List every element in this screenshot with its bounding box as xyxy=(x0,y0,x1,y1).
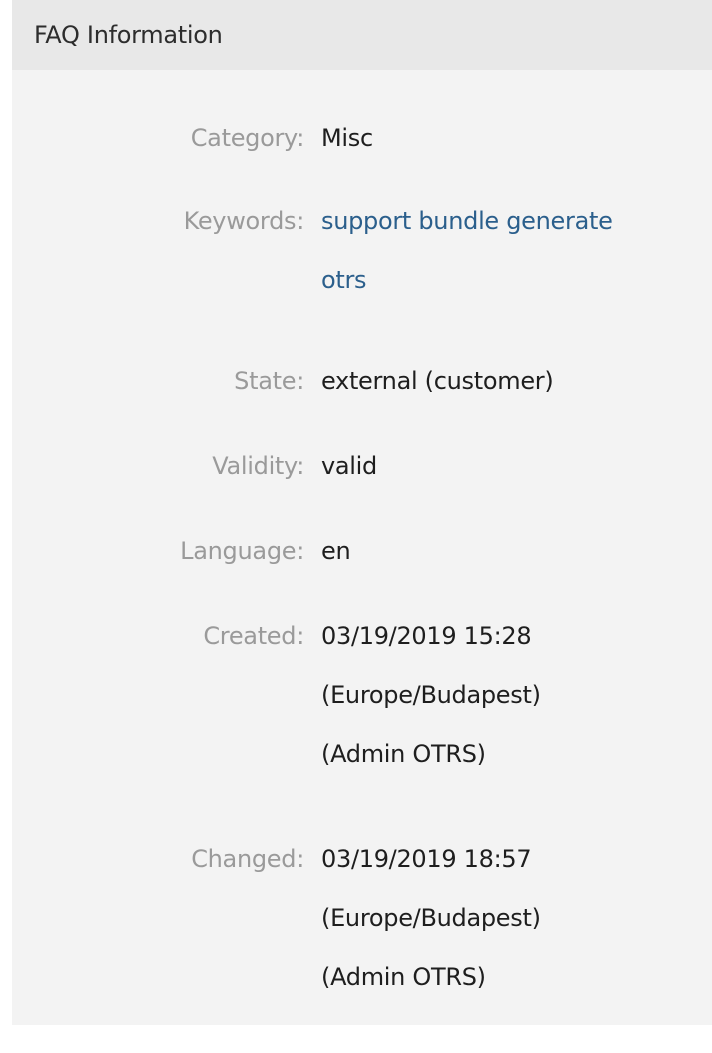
changed-value: 03/19/2019 18:57 (Europe/Budapest) (Admi… xyxy=(321,830,691,1007)
created-value: 03/19/2019 15:28 (Europe/Budapest) (Admi… xyxy=(321,607,691,784)
changed-user: (Admin OTRS) xyxy=(321,963,486,991)
keywords-line-2[interactable]: otrs xyxy=(321,251,691,310)
changed-label: Changed: xyxy=(191,845,304,873)
language-value: en xyxy=(321,522,691,581)
keywords-label: Keywords: xyxy=(183,207,305,235)
validity-label: Validity: xyxy=(212,452,304,480)
widget-header[interactable]: FAQ Information xyxy=(12,0,712,70)
state-value-text: external (customer) xyxy=(321,367,554,395)
state-value: external (customer) xyxy=(321,352,691,411)
validity-value: valid xyxy=(321,437,691,496)
keywords-value[interactable]: support bundle generate otrs xyxy=(321,192,691,310)
created-datetime: 03/19/2019 15:28 xyxy=(321,622,532,650)
changed-timezone: (Europe/Budapest) xyxy=(321,904,541,932)
created-label: Created: xyxy=(203,622,304,650)
created-timezone: (Europe/Budapest) xyxy=(321,681,541,709)
widget-title: FAQ Information xyxy=(34,21,223,49)
state-label: State: xyxy=(234,367,304,395)
validity-value-text: valid xyxy=(321,452,377,480)
category-value-text: Misc xyxy=(321,124,373,152)
created-user: (Admin OTRS) xyxy=(321,740,486,768)
category-value: Misc xyxy=(321,109,691,168)
language-value-text: en xyxy=(321,537,351,565)
keywords-line-1[interactable]: support bundle generate xyxy=(321,192,691,251)
changed-datetime: 03/19/2019 18:57 xyxy=(321,845,532,873)
language-label: Language: xyxy=(180,537,304,565)
category-label: Category: xyxy=(190,124,305,152)
faq-information-widget: FAQ Information Category: Misc Keywords:… xyxy=(12,0,712,1025)
